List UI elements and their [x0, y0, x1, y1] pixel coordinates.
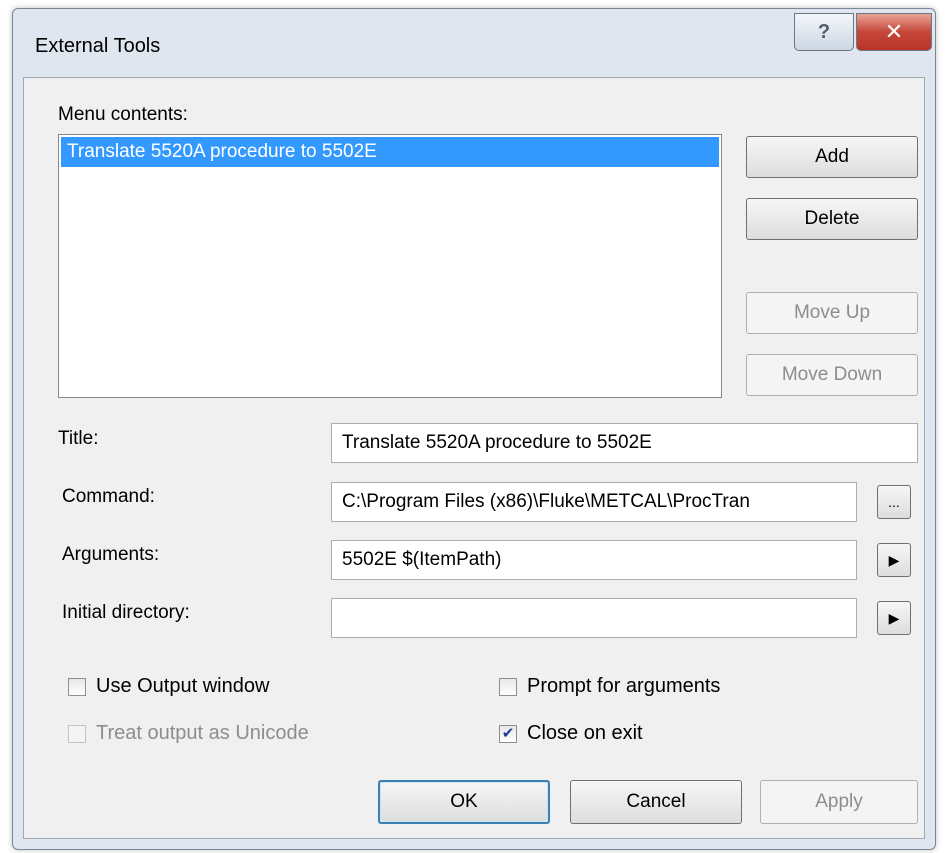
menu-contents-label: Menu contents:	[58, 104, 188, 125]
arguments-macro-button[interactable]: ▶	[877, 543, 911, 577]
use-output-window-checkbox[interactable]: Use Output window	[68, 675, 269, 698]
treat-output-unicode-label: Treat output as Unicode	[96, 722, 309, 744]
command-input[interactable]	[331, 482, 857, 522]
right-arrow-icon: ▶	[888, 551, 900, 568]
initial-directory-macro-button[interactable]: ▶	[877, 601, 911, 635]
initial-directory-input[interactable]	[331, 598, 857, 638]
checkmark-icon[interactable]: ✔	[499, 724, 517, 743]
window-title: External Tools	[35, 35, 161, 57]
command-label: Command:	[62, 486, 155, 507]
checkbox-box[interactable]	[68, 724, 86, 743]
prompt-for-arguments-checkbox[interactable]: Prompt for arguments	[499, 675, 720, 698]
help-icon: ?	[817, 20, 831, 43]
move-down-button[interactable]: Move Down	[746, 354, 918, 396]
close-icon: ✕	[884, 19, 904, 44]
browse-button[interactable]: ...	[877, 485, 911, 519]
cancel-button[interactable]: Cancel	[570, 780, 742, 824]
ok-button[interactable]: OK	[378, 780, 550, 824]
external-tools-dialog: External Tools ? ✕ Menu contents: Transl…	[12, 8, 936, 850]
close-on-exit-checkbox[interactable]: ✔ Close on exit	[499, 722, 643, 745]
use-output-window-label: Use Output window	[96, 675, 270, 697]
apply-button[interactable]: Apply	[760, 780, 918, 824]
title-label: Title:	[58, 428, 99, 449]
add-button[interactable]: Add	[746, 136, 918, 178]
title-input[interactable]	[331, 423, 918, 463]
help-button[interactable]: ?	[794, 13, 854, 51]
close-on-exit-label: Close on exit	[527, 722, 643, 744]
right-arrow-icon: ▶	[888, 609, 900, 626]
delete-button[interactable]: Delete	[746, 198, 918, 240]
close-button[interactable]: ✕	[856, 13, 932, 51]
checkbox-box[interactable]	[68, 677, 86, 696]
prompt-for-arguments-label: Prompt for arguments	[527, 675, 721, 697]
arguments-input[interactable]	[331, 540, 857, 580]
title-bar: External Tools ? ✕	[13, 9, 935, 77]
arguments-label: Arguments:	[62, 544, 160, 565]
treat-output-unicode-checkbox[interactable]: Treat output as Unicode	[68, 722, 309, 745]
dialog-body: Menu contents: Translate 5520A procedure…	[23, 77, 925, 839]
initial-directory-label: Initial directory:	[62, 602, 190, 623]
menu-contents-list[interactable]: Translate 5520A procedure to 5502E	[58, 134, 722, 398]
checkbox-box[interactable]	[499, 677, 517, 696]
list-item-selected[interactable]: Translate 5520A procedure to 5502E	[61, 137, 719, 167]
ellipsis-icon: ...	[888, 494, 900, 510]
move-up-button[interactable]: Move Up	[746, 292, 918, 334]
